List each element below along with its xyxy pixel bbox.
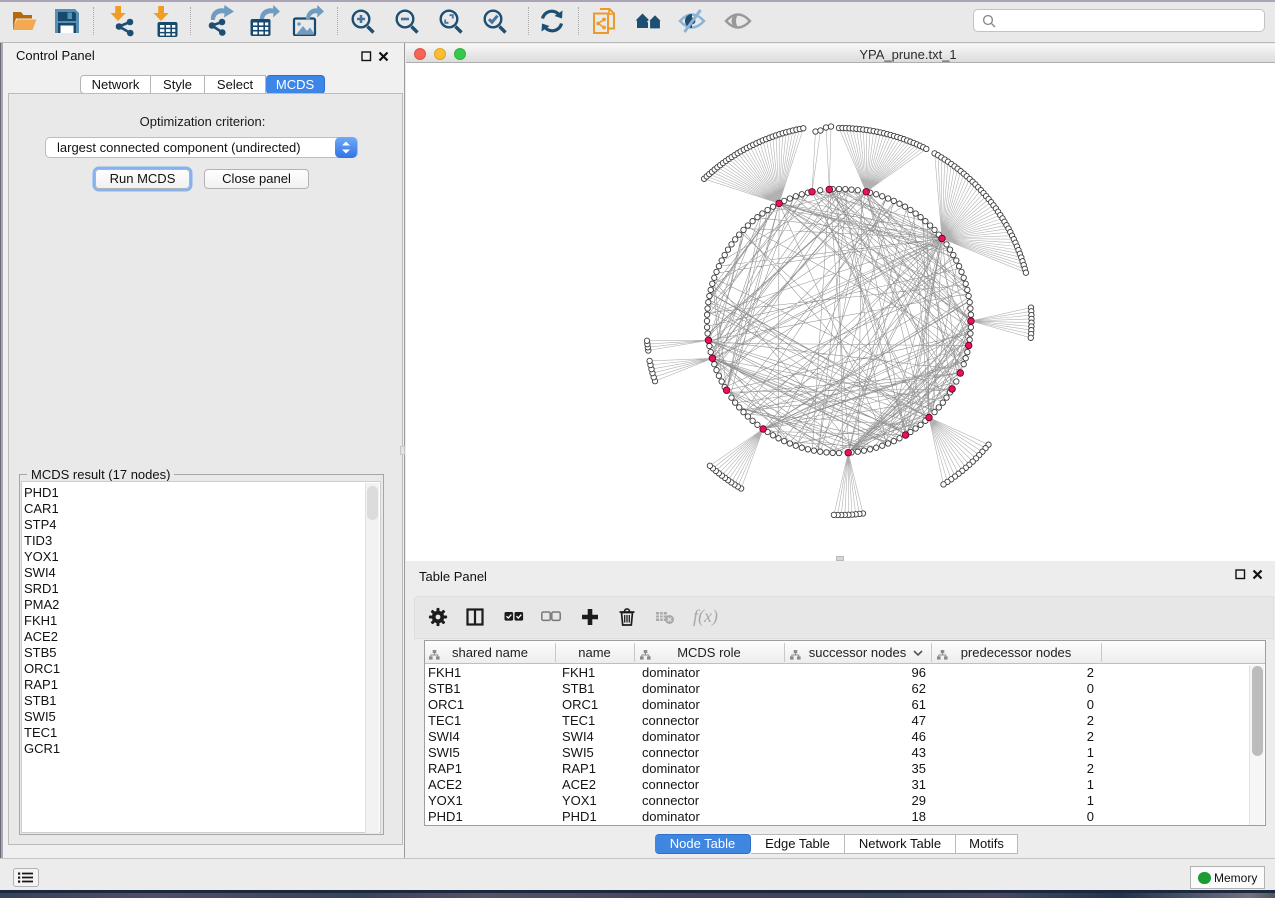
svg-text:f(x): f(x) <box>693 606 718 627</box>
